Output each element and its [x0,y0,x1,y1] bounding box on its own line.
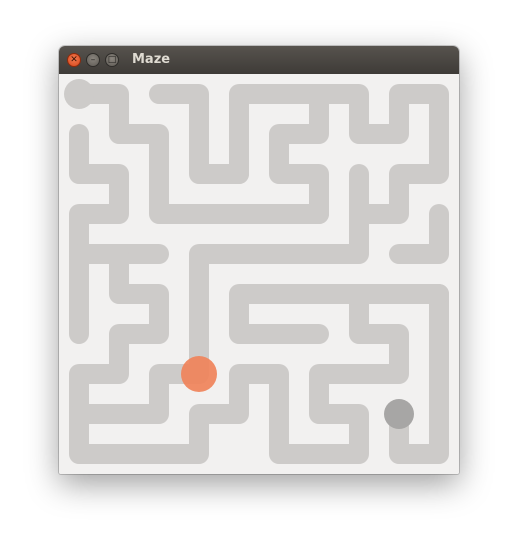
maze-start-cell [64,79,94,109]
maze-window: ✕ – □ Maze [59,46,459,474]
close-icon[interactable]: ✕ [67,53,81,67]
maze-path-10 [229,284,449,344]
maze-path-5 [69,124,129,344]
title-bar[interactable]: ✕ – □ Maze [59,46,459,75]
maze-canvas[interactable] [59,74,459,474]
maximize-icon[interactable]: □ [105,53,119,67]
maze-board[interactable] [59,74,459,474]
maze-path-1 [149,84,249,184]
player-marker[interactable] [181,356,217,392]
goal-marker [384,399,414,429]
window-title: Maze [132,52,171,67]
maze-path-3 [269,84,329,224]
minimize-icon[interactable]: – [86,53,100,67]
